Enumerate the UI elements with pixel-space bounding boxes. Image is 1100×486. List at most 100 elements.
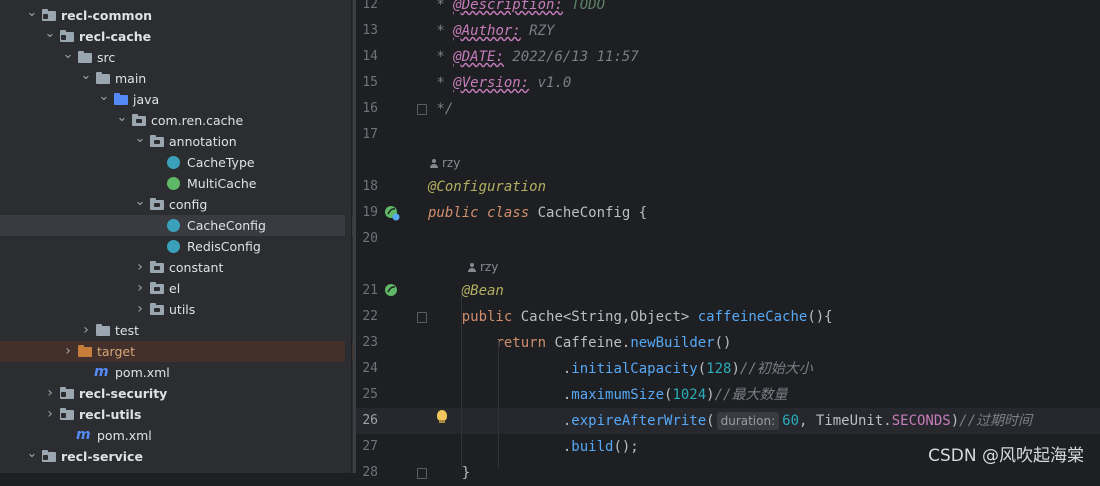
code-token: initialCapacity — [571, 361, 698, 377]
line-number: 22 — [362, 309, 378, 324]
folder-icon — [96, 324, 110, 337]
code-token: newBuilder — [630, 335, 715, 351]
tree-item[interactable]: › constant — [0, 257, 353, 278]
package-icon — [150, 282, 164, 295]
package-icon — [150, 303, 164, 316]
folder-icon — [78, 345, 92, 358]
tree-item[interactable]: ⌄ recl-common — [0, 5, 353, 26]
code-text: public class CacheConfig { — [428, 200, 647, 226]
parameter-hint: duration: — [716, 412, 780, 430]
line-number: 25 — [362, 387, 378, 402]
code-token: caffeineCache — [697, 309, 808, 325]
fold-icon[interactable] — [417, 468, 427, 479]
line-number: 16 — [362, 101, 378, 116]
tree-item[interactable]: › utils — [0, 299, 353, 320]
line-number: 20 — [362, 231, 378, 246]
chevron-right-icon[interactable]: › — [44, 404, 56, 425]
code-token: //初始大小 — [739, 361, 813, 377]
tree-item[interactable]: ⌄ recl-cache — [0, 26, 353, 47]
fold-icon[interactable] — [417, 104, 427, 115]
tree-item[interactable]: CacheType — [0, 152, 353, 173]
line-number: 26 — [362, 413, 378, 428]
chevron-right-icon[interactable]: › — [134, 257, 146, 278]
fold-icon[interactable] — [417, 312, 427, 323]
code-token: return — [495, 335, 555, 351]
chevron-down-icon[interactable]: ⌄ — [44, 26, 56, 47]
tree-item[interactable]: m pom.xml — [0, 425, 353, 446]
tree-item[interactable]: ⌄ recl-service — [0, 446, 353, 467]
line-number: 21 — [362, 283, 378, 298]
chevron-down-icon[interactable]: ⌄ — [26, 446, 38, 467]
code-token: ) — [706, 387, 715, 403]
spring-bean-method-icon[interactable] — [384, 283, 400, 299]
tree-scrollbar[interactable] — [345, 0, 352, 473]
module-folder-icon — [60, 30, 74, 43]
tree-item[interactable]: ⌄ config — [0, 194, 353, 215]
tree-item[interactable]: RedisConfig — [0, 236, 353, 257]
author-hint[interactable]: rzy — [430, 154, 460, 172]
code-line[interactable] — [356, 122, 1100, 148]
class-icon — [167, 240, 180, 253]
line-number: 14 — [362, 49, 378, 64]
code-text: .expireAfterWrite(duration: 60, TimeUnit.… — [428, 408, 1032, 434]
code-text: * @Version: v1.0 — [428, 70, 571, 96]
chevron-right-icon[interactable]: › — [44, 383, 56, 404]
tree-item[interactable]: › recl-utils — [0, 404, 353, 425]
tree-item-label: java — [133, 92, 160, 107]
code-token: */ — [428, 101, 454, 117]
tree-item[interactable]: › el — [0, 278, 353, 299]
tree-item[interactable]: › test — [0, 320, 353, 341]
line-number: 24 — [362, 361, 378, 376]
tree-item[interactable]: ⌄ src — [0, 47, 353, 68]
code-text: .maximumSize(1024)//最大数量 — [428, 382, 788, 408]
chevron-down-icon[interactable]: ⌄ — [98, 89, 110, 110]
tree-item[interactable]: CacheConfig — [0, 215, 353, 236]
maven-icon: m — [76, 427, 91, 443]
tree-item[interactable]: › target — [0, 341, 353, 362]
code-line[interactable] — [356, 226, 1100, 252]
chevron-down-icon[interactable]: ⌄ — [134, 131, 146, 152]
tree-item[interactable]: ⌄ main — [0, 68, 353, 89]
code-line[interactable] — [356, 96, 1100, 122]
chevron-right-icon[interactable]: › — [134, 299, 146, 320]
tree-item[interactable]: m pom.xml — [0, 362, 353, 383]
tree-item-label: utils — [169, 302, 196, 317]
code-token: , TimeUnit. — [799, 413, 892, 429]
chevron-down-icon[interactable]: ⌄ — [26, 5, 38, 26]
project-tree: ⌄ recl-common ⌄ recl-cache ⌄ src ⌄ main ⌄ java ⌄ co… — [0, 0, 353, 473]
tree-item-label: pom.xml — [97, 428, 152, 443]
module-folder-icon — [42, 9, 56, 22]
tree-item[interactable]: MultiCache — [0, 173, 353, 194]
code-text: * @DATE: 2022/6/13 11:57 — [428, 44, 638, 70]
person-icon — [468, 263, 476, 272]
code-token: * — [428, 23, 454, 39]
chevron-down-icon[interactable]: ⌄ — [80, 68, 92, 89]
tree-item-label: config — [169, 197, 208, 212]
code-token: //最大数量 — [714, 387, 788, 403]
tree-item[interactable]: › recl-security — [0, 383, 353, 404]
author-hint[interactable]: rzy — [468, 258, 498, 276]
chevron-down-icon[interactable]: ⌄ — [134, 194, 146, 215]
code-text: .initialCapacity(128)//初始大小 — [428, 356, 813, 382]
tree-item[interactable]: ⌄ annotation — [0, 131, 353, 152]
code-token: //过期时间 — [959, 413, 1033, 429]
spring-bean-icon[interactable] — [384, 205, 400, 221]
code-token: . — [428, 387, 572, 403]
tree-item-label: MultiCache — [187, 176, 257, 191]
chevron-down-icon[interactable]: ⌄ — [116, 110, 128, 131]
chevron-down-icon[interactable]: ⌄ — [62, 47, 74, 68]
tree-item[interactable]: ⌄ java — [0, 89, 353, 110]
chevron-right-icon[interactable]: › — [80, 320, 92, 341]
code-token: 1024 — [672, 387, 707, 403]
tree-item[interactable]: ⌄ com.ren.cache — [0, 110, 353, 131]
tree-item-label: CacheType — [187, 155, 255, 170]
code-token: expireAfterWrite — [571, 413, 707, 429]
code-token: . — [428, 361, 572, 377]
module-folder-icon — [60, 408, 74, 421]
chevron-right-icon[interactable]: › — [62, 341, 74, 362]
author-name: rzy — [442, 156, 461, 170]
code-token: CacheConfig { — [537, 205, 648, 221]
chevron-right-icon[interactable]: › — [134, 278, 146, 299]
code-token: } — [428, 465, 471, 481]
